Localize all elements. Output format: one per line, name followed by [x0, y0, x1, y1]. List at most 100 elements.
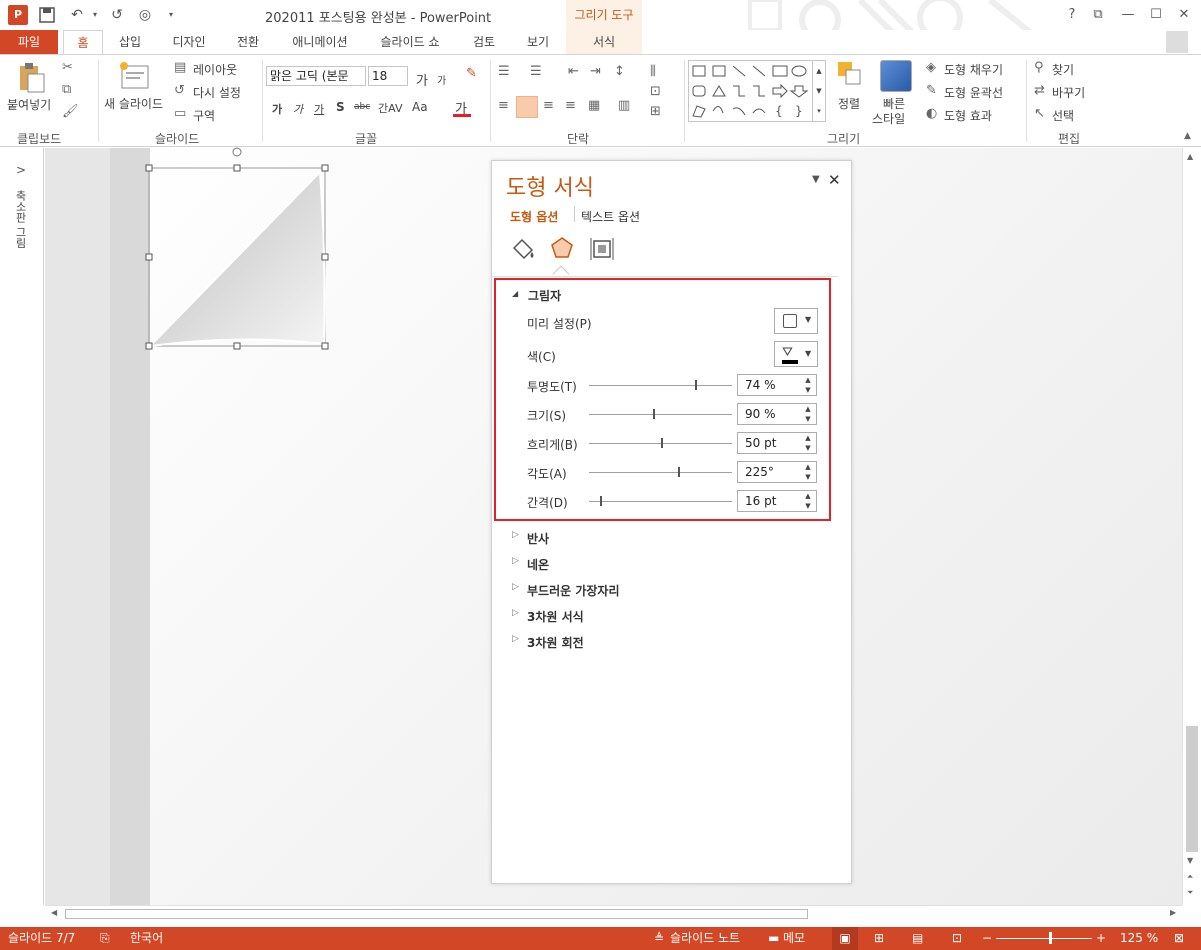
minimize-icon[interactable]: —	[1118, 6, 1138, 24]
bullets-icon[interactable]: ☰	[498, 64, 510, 79]
normal-view-icon[interactable]: ▣	[832, 927, 858, 950]
vertical-scroll-thumb[interactable]	[1186, 726, 1198, 852]
maximize-icon[interactable]: ☐	[1146, 6, 1166, 24]
vertical-scrollbar[interactable]: ▲ ▼ ⏶ ⏷	[1182, 148, 1201, 905]
close-icon[interactable]: ✕	[1174, 6, 1194, 24]
shadow-row-spinner[interactable]: ▲ ▼	[800, 462, 816, 482]
shadow-row-slider-thumb[interactable]	[653, 409, 655, 419]
comments-icon[interactable]: ▬	[768, 927, 779, 950]
zoom-slider-thumb[interactable]	[1049, 932, 1052, 944]
notes-button[interactable]: 슬라이드 노트	[670, 927, 740, 950]
find-button[interactable]: 찾기	[1052, 61, 1074, 78]
shadow-row-slider[interactable]	[589, 472, 732, 473]
shadow-color-dropdown[interactable]: ⛛ ▼	[774, 341, 818, 367]
tab-design[interactable]: 디자인	[166, 30, 212, 54]
slide-sorter-icon[interactable]: ⊞	[874, 927, 884, 950]
cut-icon[interactable]: ✂	[62, 60, 73, 75]
new-slide-button[interactable]: 새 슬라이드	[104, 95, 163, 112]
change-case-button[interactable]: Aa	[412, 100, 428, 114]
align-left-icon[interactable]: ≡	[498, 98, 509, 113]
numbering-icon[interactable]: ☰	[530, 64, 542, 79]
smartart-icon[interactable]: ⊞	[650, 104, 661, 119]
underline-button[interactable]: 가	[314, 101, 324, 117]
tab-insert[interactable]: 삽입	[112, 30, 148, 54]
shadow-row-slider-thumb[interactable]	[600, 496, 602, 506]
tab-animations[interactable]: 애니메이션	[284, 30, 356, 54]
grow-font-button[interactable]: 가	[416, 70, 428, 89]
customize-qat-icon[interactable]: ▾	[162, 6, 180, 24]
help-button[interactable]: ?	[1062, 6, 1082, 24]
paste-button[interactable]: 붙여넣기	[7, 96, 51, 113]
spelling-icon[interactable]: ⎘	[100, 927, 110, 950]
collapse-shadow-icon[interactable]: ◢	[512, 289, 518, 298]
undo-dropdown-icon[interactable]: ▾	[86, 6, 104, 24]
align-center-icon[interactable]	[516, 96, 538, 118]
save-icon[interactable]	[38, 6, 56, 24]
select-button[interactable]: 선택	[1052, 107, 1074, 124]
gallery-scroll-icon[interactable]: ▲ ▼ ▾	[812, 60, 826, 122]
fit-to-window-icon[interactable]: ⊠	[1174, 927, 1184, 950]
replace-icon[interactable]: ⇄	[1034, 83, 1045, 98]
section-icon[interactable]: ▭	[174, 106, 186, 121]
shadow-row-slider-thumb[interactable]	[678, 467, 680, 477]
page-curl-shape[interactable]	[140, 144, 340, 359]
size-properties-icon[interactable]	[589, 236, 615, 262]
font-size-combo[interactable]: 18	[368, 66, 408, 86]
reading-view-icon[interactable]: ▤	[912, 927, 923, 950]
shadow-row-spinner[interactable]: ▲ ▼	[800, 375, 816, 395]
collapse-ribbon-icon[interactable]: ▲	[1184, 131, 1191, 141]
shadow-row-spinner[interactable]: ▲ ▼	[800, 433, 816, 453]
tab-shape-options[interactable]: 도형 옵션	[510, 208, 558, 225]
zoom-in-icon[interactable]: +	[1096, 927, 1106, 950]
start-from-beginning-icon[interactable]: ◎	[136, 6, 154, 24]
expand-reflection-icon[interactable]: ▷	[512, 530, 519, 540]
find-icon[interactable]: ⚲	[1034, 60, 1044, 75]
expand-soft-edges-icon[interactable]: ▷	[512, 582, 519, 592]
fill-line-icon[interactable]	[510, 236, 536, 262]
shape-effects-icon[interactable]: ◐	[926, 106, 937, 121]
pane-close-icon[interactable]: ✕	[828, 171, 841, 189]
replace-button[interactable]: 바꾸기	[1052, 84, 1085, 101]
tab-text-options[interactable]: 텍스트 옵션	[581, 208, 640, 225]
section-3d-rotation[interactable]: 3차원 회전	[512, 634, 584, 651]
font-name-combo[interactable]: 맑은 고딕 (본문	[266, 66, 366, 86]
shadow-button[interactable]: S	[336, 100, 345, 114]
arrange-icon[interactable]	[836, 60, 864, 90]
tab-slideshow[interactable]: 슬라이드 쇼	[372, 30, 448, 54]
strikethrough-button[interactable]: abc	[354, 102, 370, 112]
shape-fill-icon[interactable]: ◈	[926, 60, 936, 75]
shadow-row-slider[interactable]	[589, 501, 732, 502]
align-text-icon[interactable]: ⊡	[650, 84, 661, 99]
ribbon-display-icon[interactable]: ⧉	[1088, 6, 1108, 24]
align-right-icon[interactable]: ≡	[543, 98, 554, 113]
justify-icon[interactable]: ≡	[565, 98, 576, 113]
paste-icon[interactable]	[16, 62, 46, 94]
format-painter-icon[interactable]: 🖌	[62, 104, 79, 119]
char-spacing-button[interactable]: 간AV	[378, 100, 402, 116]
decrease-indent-icon[interactable]: ⇤	[568, 64, 579, 79]
expand-3d-rotation-icon[interactable]: ▷	[512, 634, 519, 644]
layout-button[interactable]: 레이아웃	[193, 61, 237, 78]
copy-icon[interactable]: ⧉	[62, 82, 71, 97]
section-button[interactable]: 구역	[193, 107, 215, 124]
select-icon[interactable]: ↖	[1034, 106, 1045, 121]
shape-outline-button[interactable]: 도형 윤곽선	[944, 84, 1003, 101]
slideshow-icon[interactable]: ⊡	[952, 927, 962, 950]
shadow-row-slider-thumb[interactable]	[661, 438, 663, 448]
shape-fill-button[interactable]: 도형 채우기	[944, 61, 1003, 78]
tab-format[interactable]: 서식	[566, 30, 642, 54]
shadow-row-spinner[interactable]: ▲ ▼	[800, 404, 816, 424]
quick-styles-label-2[interactable]: 스타일	[872, 110, 905, 127]
reset-icon[interactable]: ↺	[174, 83, 185, 98]
tab-review[interactable]: 검토	[466, 30, 502, 54]
horizontal-scroll-thumb[interactable]	[65, 909, 808, 919]
line-spacing-icon[interactable]: ↕	[614, 64, 625, 79]
redo-icon[interactable]: ↺	[108, 6, 126, 24]
notes-icon[interactable]: ≜	[654, 927, 664, 950]
horizontal-scrollbar[interactable]: ◀ ▶	[45, 905, 1182, 921]
shadow-row-spinner[interactable]: ▲ ▼	[800, 491, 816, 511]
section-soft-edges[interactable]: 부드러운 가장자리	[512, 582, 620, 599]
zoom-slider[interactable]	[996, 938, 1092, 939]
tab-view[interactable]: 보기	[520, 30, 556, 54]
preset-dropdown[interactable]: ▼	[774, 308, 818, 334]
